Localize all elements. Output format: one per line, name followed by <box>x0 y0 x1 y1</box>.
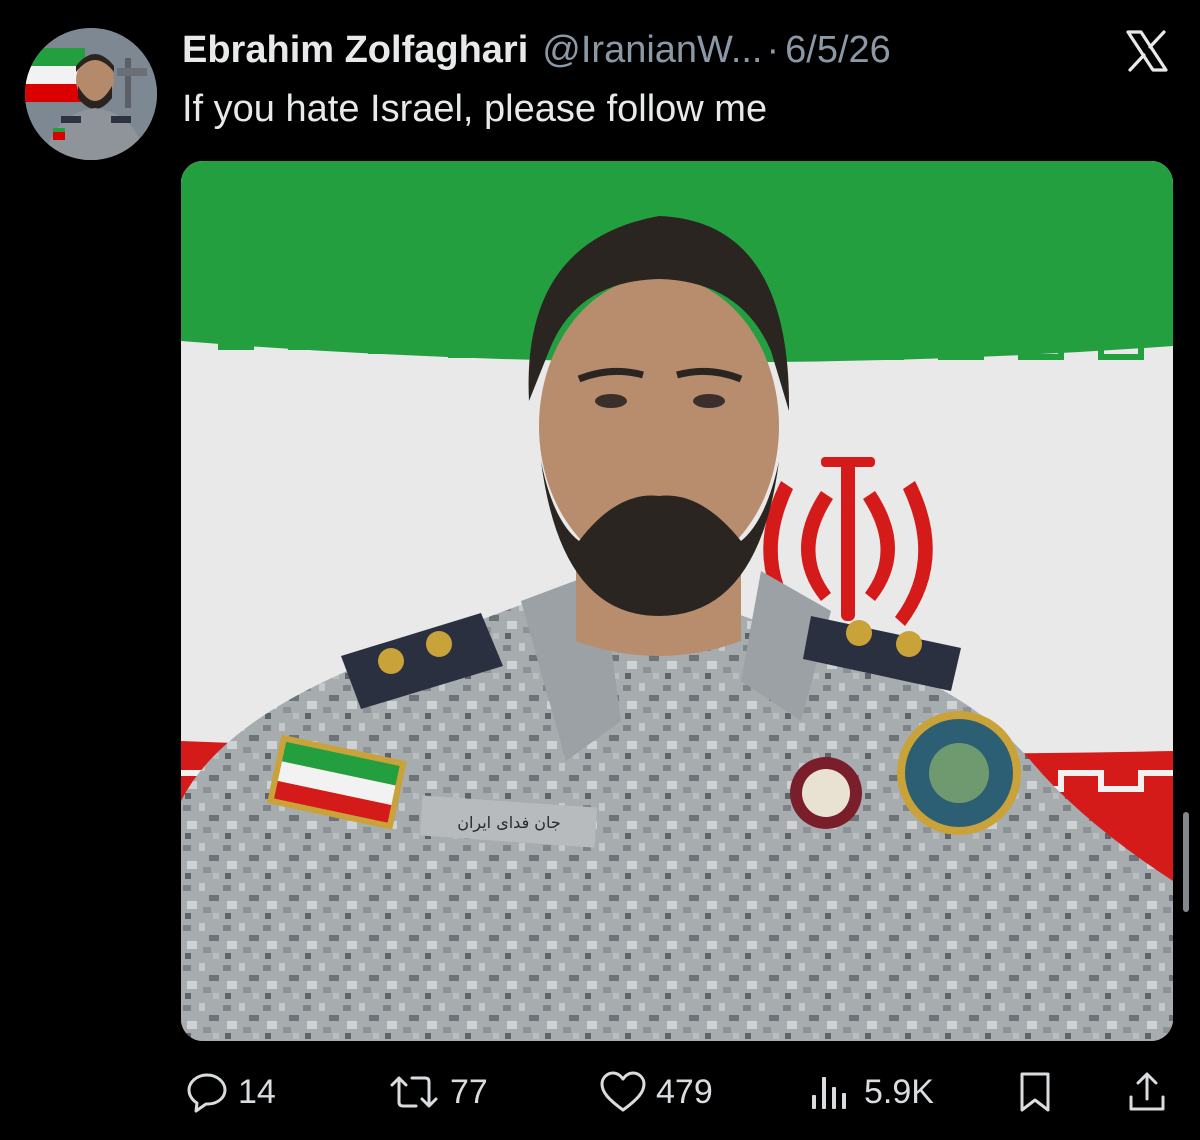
reply-button[interactable]: 14 <box>184 1060 276 1124</box>
x-logo-icon <box>1126 30 1168 72</box>
like-count: 479 <box>656 1072 713 1111</box>
share-button[interactable] <box>1124 1060 1170 1124</box>
repost-icon <box>390 1076 438 1108</box>
tweet-action-bar: 14 77 479 5.9K <box>180 1060 1170 1124</box>
reply-icon <box>187 1073 227 1113</box>
like-button[interactable]: 479 <box>598 1060 713 1124</box>
post-date[interactable]: 6/5/26 <box>785 28 891 72</box>
media-photo: جان فدای ایران <box>181 161 1173 1041</box>
name-tape-text: جان فدای ایران <box>457 813 561 833</box>
avatar-image <box>25 28 157 160</box>
display-name[interactable]: Ebrahim Zolfaghari <box>182 28 528 72</box>
separator-dot: · <box>766 29 780 71</box>
scrollbar-thumb[interactable] <box>1183 812 1189 912</box>
user-handle[interactable]: @IranianW... <box>542 28 762 72</box>
views-button[interactable]: 5.9K <box>806 1060 934 1124</box>
tweet-text: If you hate Israel, please follow me <box>182 88 768 130</box>
view-count: 5.9K <box>864 1072 934 1111</box>
tweet-header: Ebrahim Zolfaghari @IranianW... · 6/5/26 <box>182 28 891 72</box>
tweet-media-image[interactable]: جان فدای ایران <box>181 161 1173 1041</box>
repost-button[interactable]: 77 <box>386 1060 488 1124</box>
reply-count: 14 <box>238 1072 276 1111</box>
views-bars-icon <box>812 1077 846 1109</box>
share-icon <box>1129 1072 1165 1111</box>
bookmark-button[interactable] <box>1012 1060 1058 1124</box>
x-logo-button[interactable] <box>1122 26 1172 76</box>
bookmark-icon <box>1020 1072 1050 1112</box>
repost-count: 77 <box>450 1072 488 1111</box>
avatar[interactable] <box>25 28 157 160</box>
heart-icon <box>600 1071 646 1112</box>
